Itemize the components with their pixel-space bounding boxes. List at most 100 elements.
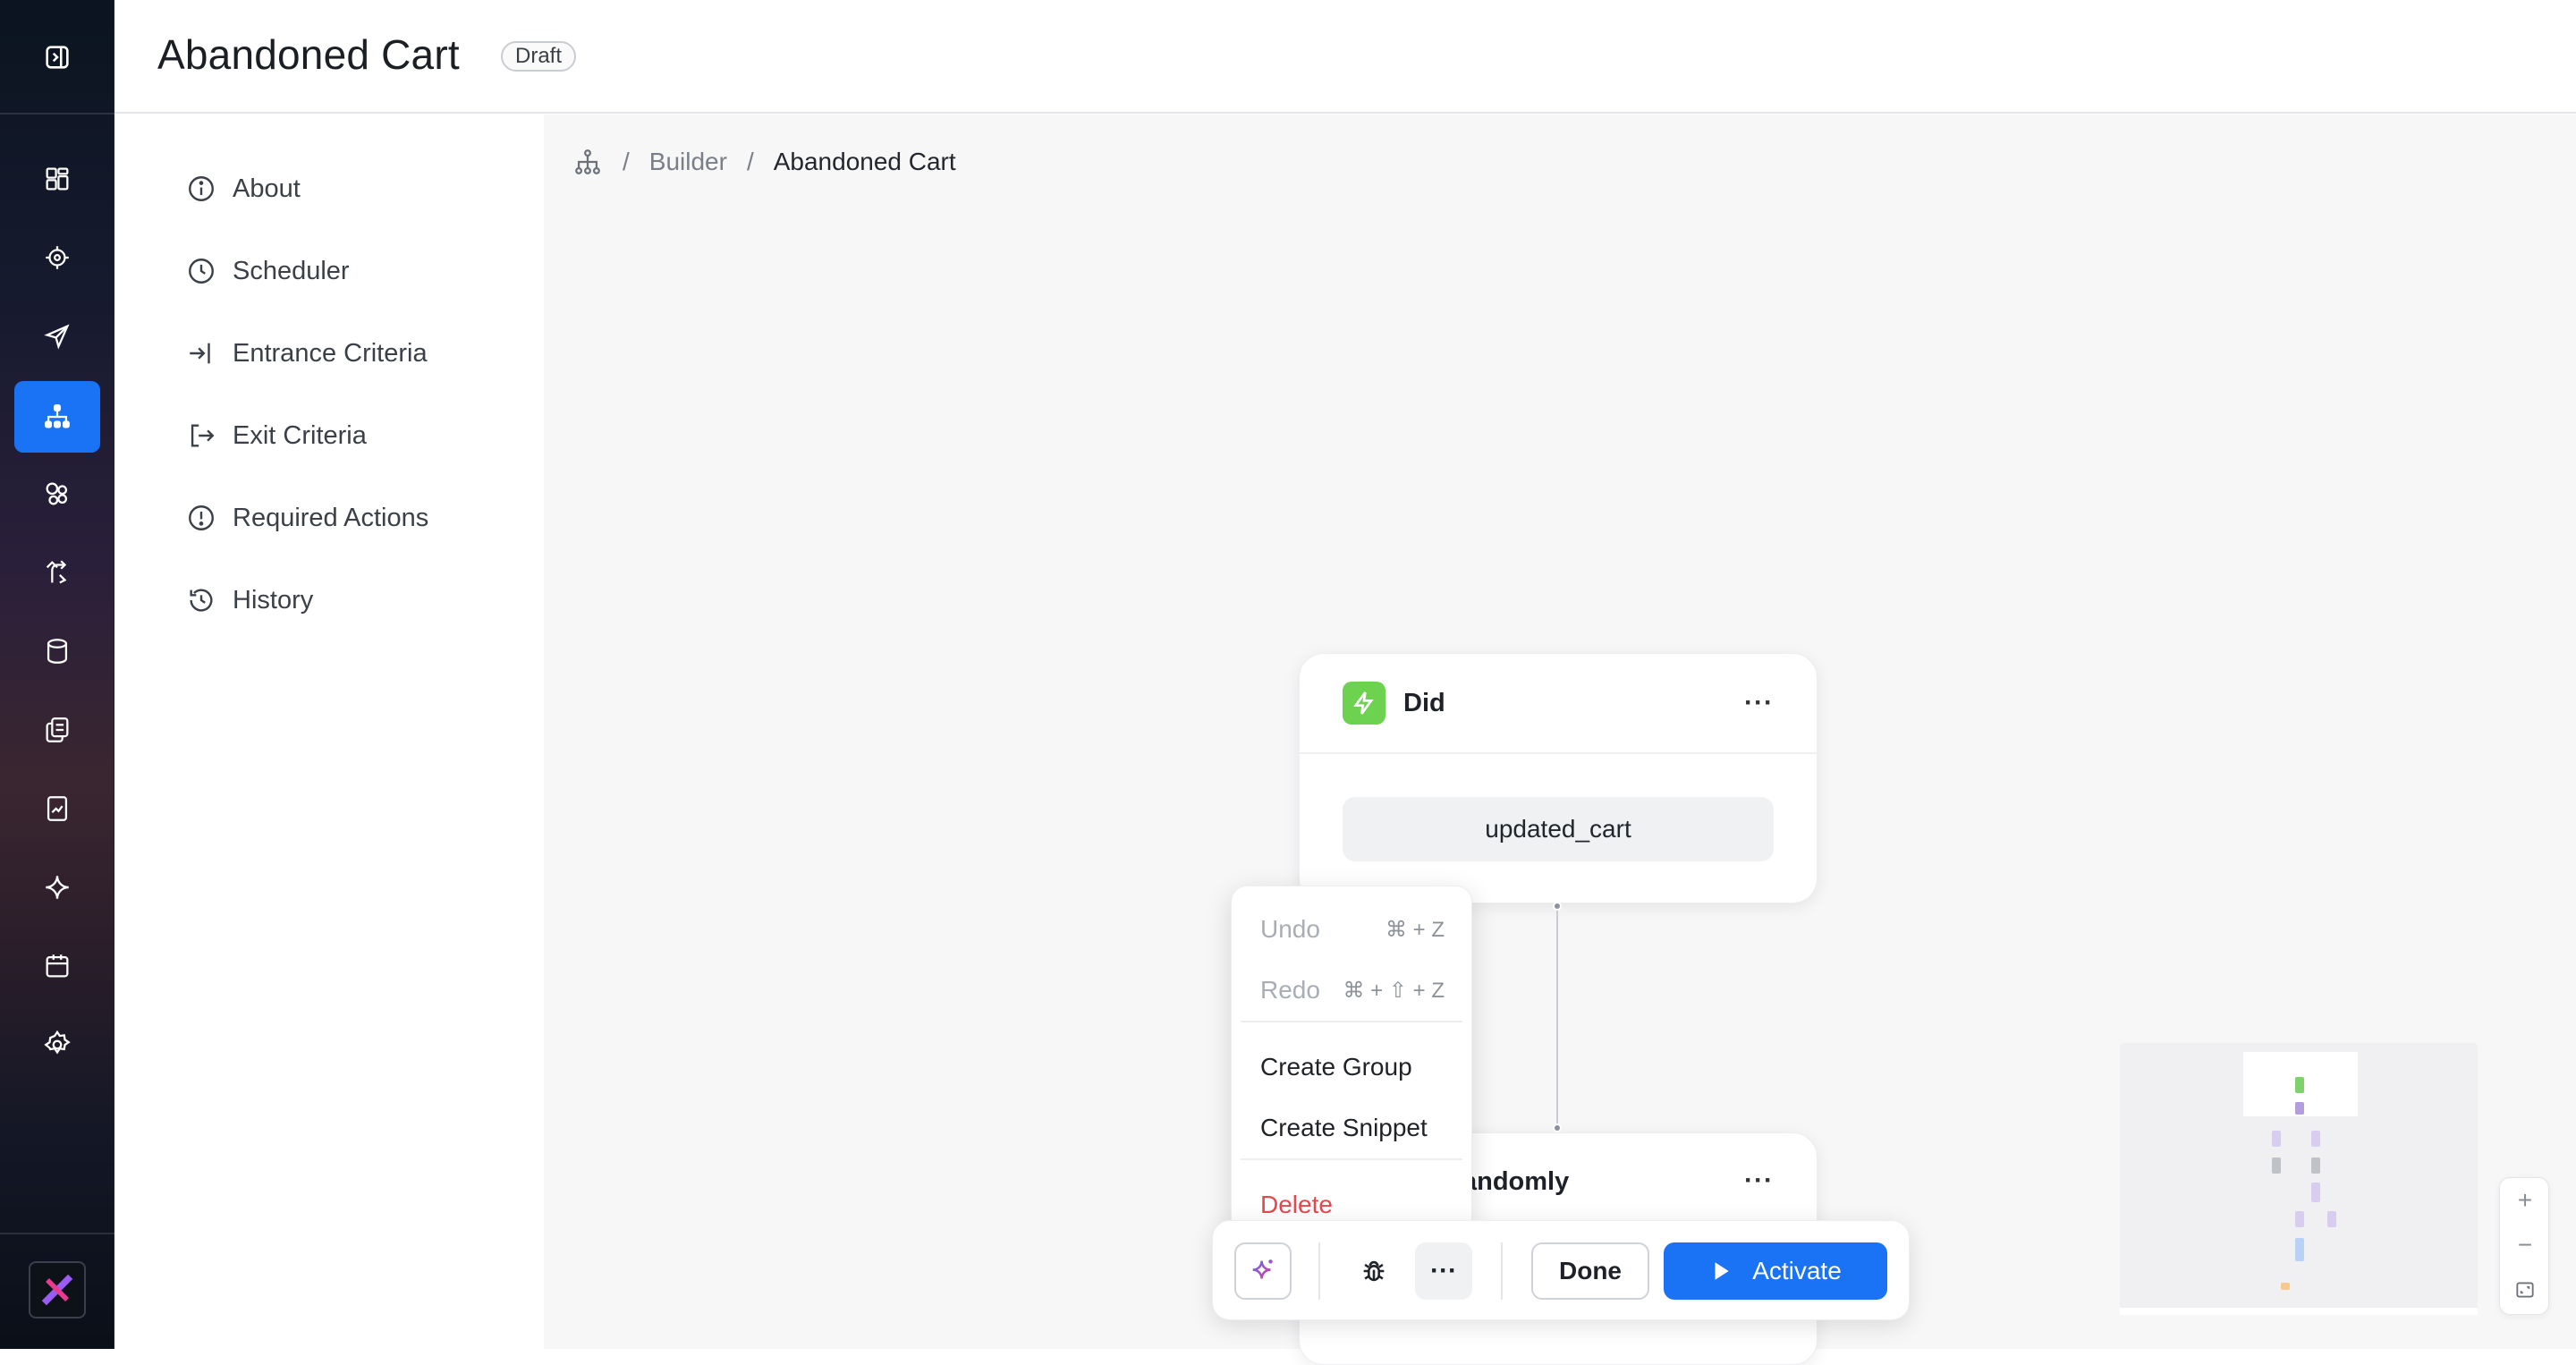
fit-view-button[interactable]: [2500, 1268, 2550, 1312]
breadcrumb: / Builder / Abandoned Cart: [572, 147, 956, 177]
minimap-node: [2295, 1211, 2304, 1227]
minimap-node: [2311, 1131, 2320, 1147]
shortcut-hint: ⌘ + ⇧ + Z: [1343, 978, 1445, 1003]
minimap-node: [2311, 1157, 2320, 1174]
calendar-icon[interactable]: [14, 930, 100, 1002]
minimap-node: [2295, 1238, 2304, 1261]
zoom-out-button[interactable]: −: [2500, 1223, 2550, 1268]
nav-item-label: Entrance Criteria: [233, 338, 428, 368]
connector-handle[interactable]: [1553, 902, 1562, 911]
minimap-node: [2281, 1283, 2290, 1290]
node-more-icon[interactable]: ···: [1744, 688, 1774, 718]
node-header: Did: [1300, 654, 1817, 754]
history-icon: [186, 585, 216, 615]
breadcrumb-builder[interactable]: Builder: [649, 148, 727, 176]
rail-divider: [0, 1233, 114, 1234]
clock-icon: [186, 256, 216, 286]
page-header: Abandoned Cart Draft: [114, 0, 2576, 114]
settings-icon[interactable]: [14, 1009, 100, 1081]
zoom-in-button[interactable]: +: [2500, 1178, 2550, 1223]
journey-icon[interactable]: [14, 381, 100, 453]
debug-button[interactable]: [1345, 1242, 1402, 1300]
nav-item-required-actions[interactable]: Required Actions: [186, 496, 428, 540]
segments-icon[interactable]: [14, 458, 100, 530]
menu-divider: [1241, 1158, 1462, 1160]
send-icon[interactable]: [14, 301, 100, 372]
library-icon[interactable]: [14, 694, 100, 766]
minimap-node: [2327, 1211, 2336, 1227]
minimap-footer: [2120, 1308, 2478, 1315]
nav-item-label: History: [233, 585, 314, 615]
activate-label: Activate: [1752, 1257, 1842, 1284]
bug-icon: [1359, 1256, 1389, 1286]
minimap-node: [2295, 1102, 2304, 1115]
nav-item-label: About: [233, 174, 301, 203]
nav-item-scheduler[interactable]: Scheduler: [186, 249, 350, 293]
minimap[interactable]: [2120, 1043, 2478, 1315]
alert-icon: [186, 503, 216, 533]
sidebar-toggle-icon[interactable]: [14, 21, 100, 93]
minimap-node: [2295, 1077, 2304, 1093]
dashboard-icon[interactable]: [14, 143, 100, 215]
minimap-node: [2272, 1131, 2281, 1147]
journey-settings-nav: About Scheduler Entrance Criteria Exit C…: [114, 114, 544, 1349]
nav-item-label: Scheduler: [233, 256, 350, 285]
menu-item-label: Redo: [1260, 976, 1320, 1004]
page-title: Abandoned Cart: [157, 31, 460, 78]
minimap-node: [2272, 1157, 2281, 1174]
nav-item-history[interactable]: History: [186, 578, 313, 623]
target-icon[interactable]: [14, 222, 100, 293]
menu-item-undo[interactable]: Undo ⌘ + Z: [1260, 904, 1445, 954]
ai-sparkle-icon: [1248, 1256, 1278, 1286]
enter-icon: [186, 338, 216, 369]
event-name[interactable]: updated_cart: [1343, 797, 1774, 861]
edge-connector: [1556, 906, 1558, 1128]
status-badge: Draft: [501, 41, 577, 72]
ai-sparkle-icon[interactable]: [14, 852, 100, 923]
trigger-node-did[interactable]: Did ··· updated_cart: [1299, 653, 1818, 903]
breadcrumb-current: Abandoned Cart: [773, 148, 956, 175]
lightning-icon: [1343, 682, 1385, 725]
menu-item-label: Delete: [1260, 1191, 1333, 1218]
more-options-button[interactable]: ···: [1415, 1242, 1472, 1300]
zoom-controls: + −: [2499, 1177, 2549, 1315]
done-button[interactable]: Done: [1531, 1242, 1649, 1300]
app-rail: [0, 0, 114, 1349]
context-menu: Undo ⌘ + Z Redo ⌘ + ⇧ + Z Create Group C…: [1231, 886, 1472, 1234]
menu-item-create-snippet[interactable]: Create Snippet: [1260, 1103, 1445, 1153]
logo-icon[interactable]: [29, 1261, 86, 1318]
canvas-toolbar: ··· Done Activate: [1212, 1220, 1910, 1320]
breadcrumb-separator: /: [746, 148, 754, 175]
menu-item-label: Create Group: [1260, 1053, 1412, 1081]
exit-icon: [186, 420, 216, 451]
nav-item-label: Exit Criteria: [233, 420, 367, 450]
menu-divider: [1241, 1021, 1462, 1022]
toolbar-divider: [1318, 1242, 1320, 1300]
info-icon: [186, 174, 216, 204]
menu-item-create-group[interactable]: Create Group: [1260, 1042, 1445, 1092]
nav-item-exit-criteria[interactable]: Exit Criteria: [186, 413, 367, 458]
minimap-node: [2311, 1183, 2320, 1202]
menu-item-label: Undo: [1260, 915, 1320, 943]
routing-icon[interactable]: [14, 537, 100, 608]
report-icon[interactable]: [14, 773, 100, 844]
database-icon[interactable]: [14, 615, 100, 687]
rail-divider: [0, 113, 114, 114]
node-title: andomly: [1462, 1167, 1570, 1196]
nav-item-about[interactable]: About: [186, 166, 301, 211]
menu-item-label: Create Snippet: [1260, 1114, 1428, 1141]
nav-item-entrance-criteria[interactable]: Entrance Criteria: [186, 331, 428, 376]
nav-item-label: Required Actions: [233, 503, 429, 532]
shortcut-hint: ⌘ + Z: [1385, 917, 1445, 942]
node-more-icon[interactable]: ···: [1744, 1166, 1774, 1196]
ai-assist-button[interactable]: [1234, 1242, 1292, 1300]
menu-item-redo[interactable]: Redo ⌘ + ⇧ + Z: [1260, 965, 1445, 1015]
journey-tree-icon[interactable]: [572, 147, 603, 177]
node-title: Did: [1403, 688, 1445, 717]
play-icon: [1709, 1259, 1733, 1283]
breadcrumb-separator: /: [623, 148, 630, 175]
fit-view-icon: [2513, 1278, 2537, 1301]
connector-handle[interactable]: [1553, 1123, 1562, 1132]
toolbar-divider: [1501, 1242, 1503, 1300]
activate-button[interactable]: Activate: [1664, 1242, 1887, 1300]
